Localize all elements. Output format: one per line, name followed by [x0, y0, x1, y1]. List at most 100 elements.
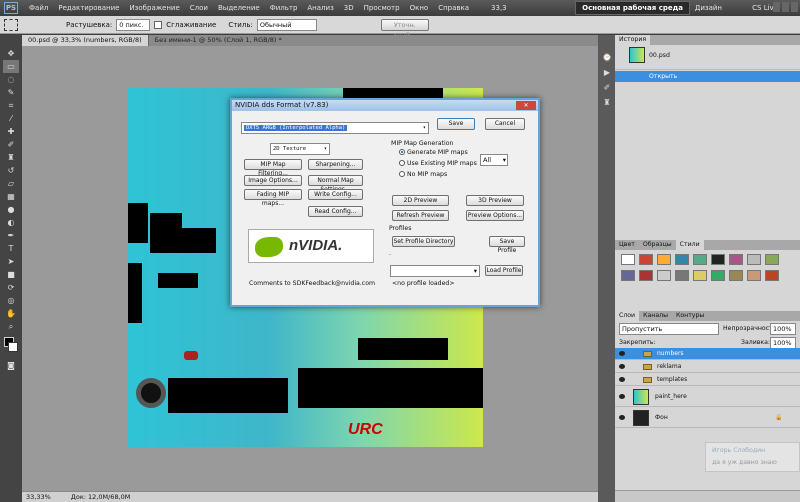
history-step[interactable]: Открыть [615, 71, 800, 82]
save-button[interactable]: Save [437, 118, 475, 130]
mip-filtering-button[interactable]: MIP Map Filtering... [244, 159, 302, 177]
minimize-button[interactable] [773, 2, 780, 12]
normal-map-button[interactable]: Normal Map Settings... [308, 175, 363, 193]
history-snapshot[interactable]: 00.psd [615, 45, 800, 70]
style-swatch[interactable] [747, 270, 761, 281]
refresh-preview-button[interactable]: Refresh Preview [392, 210, 449, 221]
history-brush-icon[interactable]: ↺ [3, 164, 19, 177]
menu-help[interactable]: Справка [433, 4, 474, 12]
style-swatch[interactable] [729, 254, 743, 265]
antialias-checkbox[interactable] [154, 20, 163, 29]
visibility-eye-icon[interactable] [619, 351, 625, 356]
preview-options-button[interactable]: Preview Options... [466, 210, 524, 221]
3d-rotate-icon[interactable]: ⟳ [3, 281, 19, 294]
menu-layers[interactable]: Слои [185, 4, 213, 12]
style-swatch[interactable] [621, 254, 635, 265]
mip-count-select[interactable]: All ▾ [480, 154, 508, 166]
tab-paths[interactable]: Контуры [672, 311, 708, 321]
shape-tool-icon[interactable]: ■ [3, 268, 19, 281]
style-swatch[interactable] [675, 270, 689, 281]
tab-untitled-1[interactable]: Без имени-1 @ 50% (Слой 1, RGB/8) * [149, 35, 288, 46]
fading-mip-button[interactable]: Fading MIP maps... [244, 189, 302, 207]
clone-panel-icon[interactable]: ♜ [599, 96, 615, 109]
tab-00-psd[interactable]: 00.psd @ 33,3% (numbers, RGB/8) [22, 35, 149, 46]
style-swatch[interactable] [693, 254, 707, 265]
preview-3d-button[interactable]: 3D Preview [466, 195, 524, 206]
tab-history[interactable]: История [615, 35, 651, 45]
menu-select[interactable]: Выделение [213, 4, 265, 12]
format-select[interactable]: DXT5 ARGB (Interpolated Alpha) ▾ [241, 122, 429, 134]
history-panel-icon[interactable]: ⌚ [599, 51, 615, 64]
no-mip-radio[interactable]: No MIP maps [399, 171, 447, 178]
maximize-button[interactable] [782, 2, 789, 12]
gradient-icon[interactable]: ▦ [3, 190, 19, 203]
menu-filter[interactable]: Фильтр [265, 4, 303, 12]
menu-view[interactable]: Просмотр [359, 4, 405, 12]
layer-background[interactable]: Фон 🔒 [615, 408, 800, 428]
load-profile-button[interactable]: Load Profile [485, 265, 523, 276]
eyedropper-icon[interactable]: ⁄ [3, 112, 19, 125]
use-existing-mip-radio[interactable]: Use Existing MIP maps [399, 160, 477, 167]
style-swatch[interactable] [675, 254, 689, 265]
background-color[interactable] [8, 342, 18, 352]
visibility-eye-icon[interactable] [619, 394, 625, 399]
style-swatch[interactable] [747, 254, 761, 265]
crop-tool-icon[interactable]: ⌗ [3, 99, 19, 112]
image-options-button[interactable]: Image Options... [244, 175, 302, 186]
type-tool-icon[interactable]: T [3, 242, 19, 255]
healing-brush-icon[interactable]: ✚ [3, 125, 19, 138]
style-swatch[interactable] [639, 270, 653, 281]
pen-tool-icon[interactable]: ✒ [3, 229, 19, 242]
zoom-level[interactable]: 33,3 [488, 4, 510, 12]
menu-edit[interactable]: Редактирование [53, 4, 124, 12]
zoom-tool-icon[interactable]: ⌕ [3, 320, 19, 333]
comments-link[interactable]: Comments to SDKFeedback@nvidia.com [249, 280, 375, 287]
tab-swatches[interactable]: Образцы [639, 240, 676, 250]
visibility-eye-icon[interactable] [619, 377, 625, 382]
style-swatch[interactable] [621, 270, 635, 281]
clone-stamp-icon[interactable]: ♜ [3, 151, 19, 164]
blend-mode-select[interactable]: Пропустить [619, 323, 719, 335]
close-button[interactable] [791, 2, 798, 12]
path-select-icon[interactable]: ➤ [3, 255, 19, 268]
tab-color[interactable]: Цвет [615, 240, 639, 250]
design-workspace[interactable]: Дизайн [695, 1, 722, 15]
quick-mask-icon[interactable]: ◙ [3, 359, 19, 372]
actions-panel-icon[interactable]: ▶ [599, 66, 615, 79]
blur-icon[interactable]: ● [3, 203, 19, 216]
eraser-icon[interactable]: ▱ [3, 177, 19, 190]
tab-styles[interactable]: Стили [675, 240, 704, 250]
style-swatch[interactable] [657, 270, 671, 281]
write-config-button[interactable]: Write Config... [308, 189, 363, 200]
marquee-tool-icon[interactable] [4, 18, 18, 31]
tab-layers[interactable]: Слои [615, 311, 640, 321]
brush-panel-icon[interactable]: ✐ [599, 81, 615, 94]
layer-reklama[interactable]: reklama [615, 361, 800, 373]
style-swatch[interactable] [765, 270, 779, 281]
profile-select[interactable]: ▾ [390, 265, 480, 277]
layer-numbers[interactable]: numbers [615, 348, 800, 360]
sharpening-button[interactable]: Sharpening... [308, 159, 363, 170]
workspace-switcher[interactable]: Основная рабочая среда [575, 1, 690, 15]
chat-notification[interactable]: Игорь Слободин да я уж давно знаю [705, 442, 800, 472]
texture-type-select[interactable]: 2D Texture ▾ [270, 143, 330, 155]
style-swatch[interactable] [657, 254, 671, 265]
style-swatch[interactable] [765, 254, 779, 265]
style-select[interactable]: Обычный [256, 18, 317, 31]
tab-channels[interactable]: Каналы [639, 311, 672, 321]
style-swatch[interactable] [693, 270, 707, 281]
dialog-close-button[interactable]: ✕ [516, 101, 536, 110]
hand-tool-icon[interactable]: ✋ [3, 307, 19, 320]
cancel-button[interactable]: Cancel [485, 118, 525, 130]
color-swatches[interactable] [0, 337, 22, 359]
refine-edge-button[interactable]: Уточн. край... [380, 18, 429, 39]
menu-3d[interactable]: 3D [339, 4, 359, 12]
layer-templates[interactable]: templates [615, 374, 800, 386]
style-swatch[interactable] [711, 270, 725, 281]
generate-mip-radio[interactable]: Generate MIP maps [399, 149, 468, 156]
save-profile-button[interactable]: Save Profile [489, 236, 525, 254]
dodge-icon[interactable]: ◐ [3, 216, 19, 229]
menu-analysis[interactable]: Анализ [302, 4, 338, 12]
menu-image[interactable]: Изображение [124, 4, 184, 12]
style-swatch[interactable] [729, 270, 743, 281]
